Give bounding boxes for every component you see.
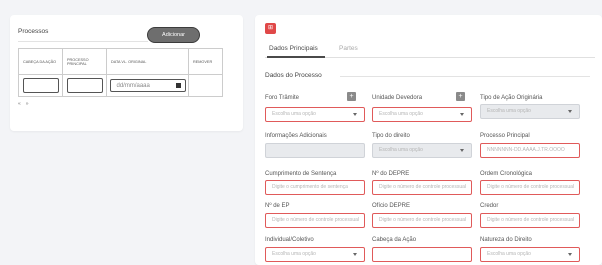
credor-label: Credor bbox=[480, 203, 499, 209]
processos-card: Processos Adicionar CABEÇA DA AÇÃO PROCE… bbox=[10, 15, 243, 131]
foro-tramite-label: Foro Trâmite bbox=[265, 95, 300, 101]
unidade-devedora-label: Unidade Devedora bbox=[372, 95, 423, 101]
table-row: dd/mm/aaaa bbox=[18, 74, 223, 97]
processo-principal-input[interactable]: NNNNNNN-DD.AAAA.J.TR.OOOO bbox=[480, 143, 580, 158]
numero-depre-label: Nº do DEPRE bbox=[372, 171, 410, 177]
add-button[interactable]: Adicionar bbox=[147, 27, 200, 43]
processo-principal-input[interactable] bbox=[66, 78, 103, 93]
oficio-depre-label: Ofício DEPRE bbox=[372, 203, 411, 209]
informacoes-adicionais-label: Informações Adicionais bbox=[265, 133, 327, 139]
cabeca-acao-label: Cabeça da Ação bbox=[372, 237, 417, 243]
section-divider bbox=[340, 76, 590, 77]
pager-next[interactable]: » bbox=[26, 101, 34, 107]
individual-coletivo-select[interactable]: Escolha uma opção bbox=[265, 247, 365, 262]
form-card: ⊞ Dados Principais Partes Dados do Proce… bbox=[255, 15, 602, 265]
foro-tramite-select[interactable]: Escolha uma opção bbox=[265, 107, 365, 122]
foro-tramite-add-icon[interactable]: + bbox=[347, 92, 356, 101]
processo-principal-label: Processo Principal bbox=[480, 133, 530, 139]
form-action-icon[interactable]: ⊞ bbox=[265, 23, 276, 34]
active-tab-indicator bbox=[267, 56, 325, 58]
pager-prev[interactable]: « bbox=[18, 101, 26, 107]
tipo-direito-select[interactable]: Escolha uma opção bbox=[372, 143, 472, 158]
natureza-direito-select[interactable]: Escolha uma opção bbox=[480, 247, 580, 262]
ordem-cronologica-input[interactable]: Digite o número de controle processual bbox=[480, 180, 580, 195]
cumprimento-sentenca-label: Cumprimento de Sentença bbox=[265, 171, 337, 177]
column-header-cabeca-acao: CABEÇA DA AÇÃO bbox=[18, 48, 63, 75]
tab-dados-principais[interactable]: Dados Principais bbox=[269, 45, 318, 52]
individual-coletivo-label: Individual/Coletivo bbox=[265, 237, 314, 243]
calendar-icon[interactable] bbox=[175, 83, 181, 88]
processos-divider bbox=[18, 41, 148, 42]
cabeca-acao-input[interactable] bbox=[22, 78, 59, 93]
unidade-devedora-add-icon[interactable]: + bbox=[456, 92, 465, 101]
tipo-direito-label: Tipo do direito bbox=[372, 133, 410, 139]
table-header-row: CABEÇA DA AÇÃO PROCESSO PRINCIPAL DATA V… bbox=[18, 48, 223, 75]
tipo-acao-originaria-label: Tipo de Ação Originária bbox=[480, 95, 543, 101]
section-title: Dados do Processo bbox=[265, 72, 322, 79]
processo-principal-cell bbox=[62, 74, 107, 97]
processos-title: Processos bbox=[18, 28, 49, 35]
credor-input[interactable]: Digite o número de controle processual bbox=[480, 213, 580, 228]
column-header-data-vl-original: DATA VL. ORIGINAL bbox=[106, 48, 189, 75]
numero-ep-input[interactable]: Digite o número de controle processual bbox=[265, 213, 365, 228]
ordem-cronologica-label: Ordem Cronológica bbox=[480, 171, 533, 177]
remover-cell bbox=[188, 74, 223, 97]
date-placeholder: dd/mm/aaaa bbox=[116, 83, 150, 89]
natureza-direito-label: Natureza do Direito bbox=[480, 237, 532, 243]
cumprimento-sentenca-input[interactable]: Digite o cumprimento de sentença bbox=[265, 180, 365, 195]
cabeca-acao-field[interactable] bbox=[372, 247, 472, 262]
numero-ep-label: Nº de EP bbox=[265, 203, 290, 209]
tab-partes[interactable]: Partes bbox=[339, 45, 358, 52]
unidade-devedora-select[interactable]: Escolha uma opção bbox=[372, 107, 472, 122]
column-header-processo-principal: PROCESSO PRINCIPAL bbox=[62, 48, 107, 75]
tipo-acao-originaria-select[interactable]: Escolha uma opção bbox=[480, 104, 580, 119]
oficio-depre-input[interactable]: Digite o número de controle processual bbox=[372, 213, 472, 228]
cabeca-acao-cell bbox=[18, 74, 63, 97]
data-cell: dd/mm/aaaa bbox=[106, 74, 189, 97]
numero-depre-input[interactable]: Digite o número de controle processual bbox=[372, 180, 472, 195]
data-vl-original-input[interactable]: dd/mm/aaaa bbox=[109, 79, 186, 92]
pagination: «» bbox=[18, 101, 34, 107]
processos-table: CABEÇA DA AÇÃO PROCESSO PRINCIPAL DATA V… bbox=[18, 48, 223, 97]
column-header-remover: REMOVER bbox=[188, 48, 223, 75]
informacoes-adicionais-input[interactable] bbox=[265, 143, 365, 158]
